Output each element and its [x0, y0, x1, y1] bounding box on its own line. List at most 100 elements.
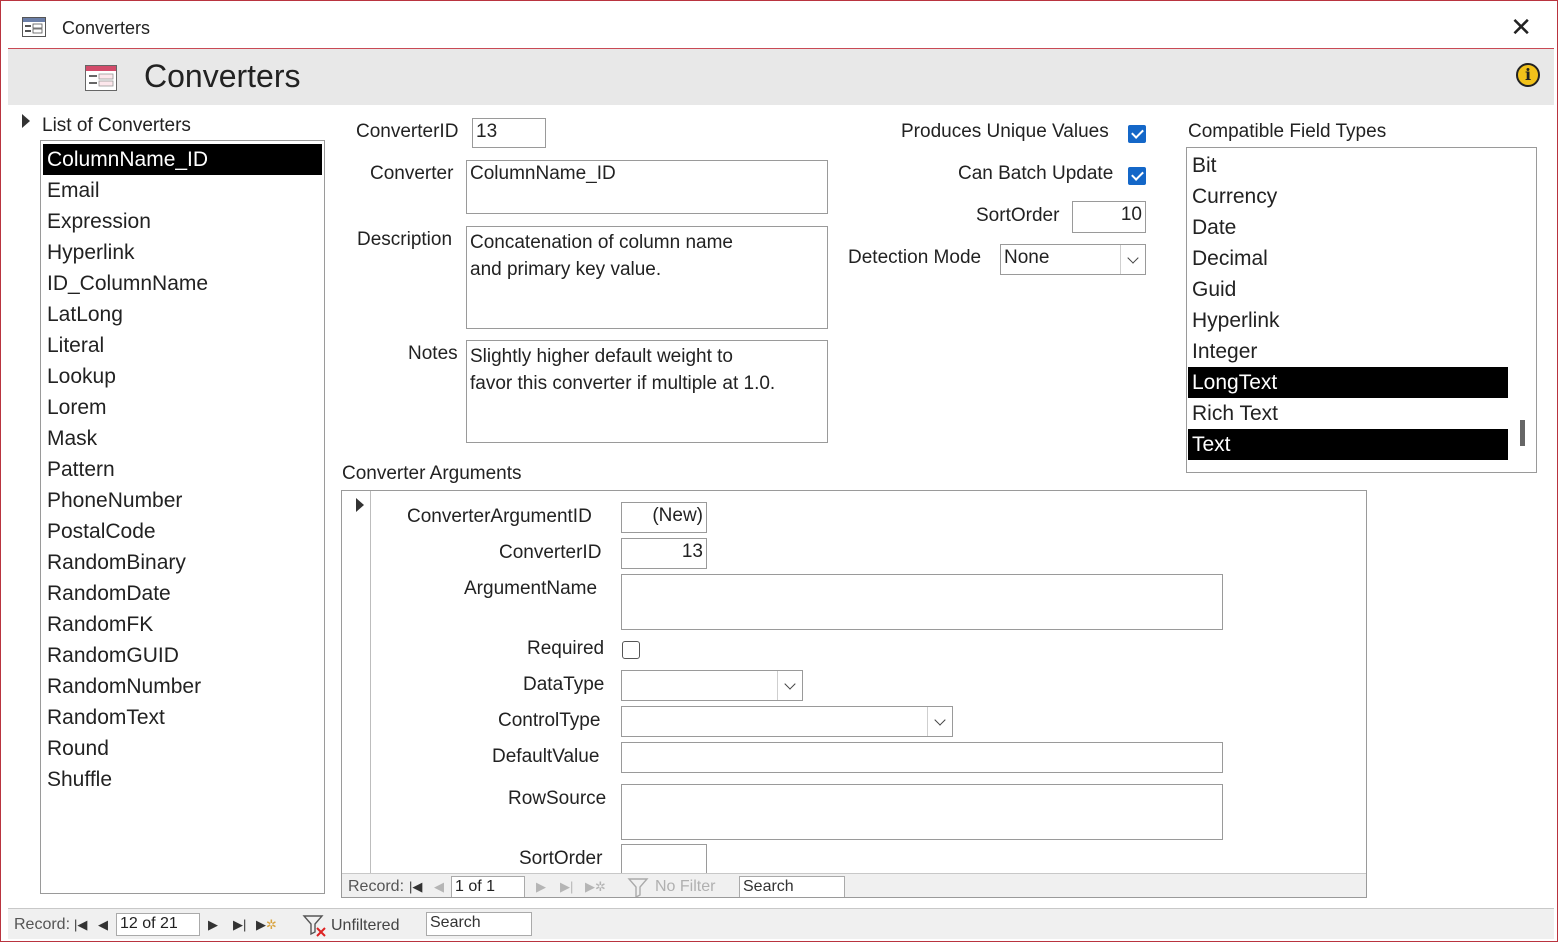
converter-list-item[interactable]: Round: [43, 733, 322, 764]
converter-label: Converter: [370, 163, 454, 184]
field-type-item[interactable]: Text: [1188, 429, 1508, 460]
arg-sort-order-field[interactable]: [621, 844, 707, 875]
argument-id-field[interactable]: (New): [621, 502, 707, 533]
converter-list-item[interactable]: RandomBinary: [43, 547, 322, 578]
first-record-icon[interactable]: |◀: [74, 917, 87, 933]
converter-list-item[interactable]: Lorem: [43, 392, 322, 423]
row-source-field[interactable]: [621, 784, 1223, 840]
control-type-label: ControlType: [498, 710, 601, 731]
next-record-icon[interactable]: ▶: [208, 917, 218, 933]
form-header: Converters i: [8, 49, 1554, 105]
converter-list-item[interactable]: Lookup: [43, 361, 322, 392]
notes-field[interactable]: Slightly higher default weight to favor …: [466, 340, 828, 443]
can-batch-label: Can Batch Update: [958, 163, 1114, 184]
prev-record-icon[interactable]: ◀: [434, 879, 444, 895]
detection-mode-select[interactable]: None: [1000, 244, 1146, 275]
first-record-icon[interactable]: |◀: [409, 879, 422, 895]
last-record-icon[interactable]: ▶|: [233, 917, 246, 933]
new-record-icon[interactable]: ▶✲: [256, 917, 277, 933]
field-types-label: Compatible Field Types: [1188, 121, 1387, 142]
arguments-section-label: Converter Arguments: [342, 463, 522, 484]
main-search-box[interactable]: Search: [426, 912, 532, 936]
converter-field[interactable]: ColumnName_ID: [466, 160, 828, 214]
converter-list-item[interactable]: Expression: [43, 206, 322, 237]
arg-converter-id-field[interactable]: 13: [621, 538, 707, 569]
form-header-icon: [85, 65, 117, 96]
record-selector-icon[interactable]: [22, 114, 30, 128]
argument-name-label: ArgumentName: [464, 578, 598, 599]
main-navigation-bar: Record: |◀ ◀ 12 of 21 ▶ ▶| ▶✲ Unfiltered…: [8, 908, 1554, 939]
converter-list-item[interactable]: RandomGUID: [43, 640, 322, 671]
converter-list-item[interactable]: Hyperlink: [43, 237, 322, 268]
converter-list-item[interactable]: ID_ColumnName: [43, 268, 322, 299]
control-type-select[interactable]: [621, 706, 953, 737]
converter-id-field[interactable]: 13: [472, 118, 546, 148]
description-label: Description: [357, 229, 453, 250]
converter-list-item[interactable]: Email: [43, 175, 322, 206]
sub-filter-label[interactable]: No Filter: [655, 878, 715, 896]
converter-list[interactable]: ColumnName_ID Email Expression Hyperlink ID_…: [40, 140, 325, 894]
field-type-item[interactable]: Decimal: [1188, 243, 1508, 274]
converter-list-item[interactable]: PostalCode: [43, 516, 322, 547]
converter-list-item[interactable]: RandomFK: [43, 609, 322, 640]
field-type-item[interactable]: Date: [1188, 212, 1508, 243]
converter-list-item[interactable]: LatLong: [43, 299, 322, 330]
field-type-item[interactable]: Hyperlink: [1188, 305, 1508, 336]
converter-list-label: List of Converters: [42, 115, 191, 136]
field-type-item[interactable]: LongText: [1188, 367, 1508, 398]
subform-record-selector-icon[interactable]: [356, 498, 364, 512]
detection-mode-label: Detection Mode: [848, 247, 982, 268]
converter-list-item[interactable]: PhoneNumber: [43, 485, 322, 516]
info-icon[interactable]: i: [1516, 63, 1540, 87]
subform-navigation-bar: Record: |◀ ◀ 1 of 1 ▶ ▶| ▶✲ No Filter Se…: [342, 873, 1366, 897]
field-type-item[interactable]: Guid: [1188, 274, 1508, 305]
field-type-item[interactable]: Rich Text: [1188, 398, 1508, 429]
required-checkbox[interactable]: [622, 641, 640, 659]
sort-order-field[interactable]: 10: [1072, 201, 1146, 233]
field-type-item[interactable]: Integer: [1188, 336, 1508, 367]
field-type-item[interactable]: Bit: [1188, 150, 1508, 181]
converter-list-item[interactable]: Shuffle: [43, 764, 322, 795]
can-batch-checkbox[interactable]: [1128, 167, 1146, 185]
data-type-select[interactable]: [621, 670, 803, 701]
converter-list-item[interactable]: Pattern: [43, 454, 322, 485]
new-record-icon[interactable]: ▶✲: [585, 879, 606, 895]
sub-record-position[interactable]: 1 of 1: [451, 876, 525, 897]
unfiltered-icon[interactable]: [302, 914, 328, 943]
title-bar: Converters ✕: [8, 8, 1554, 49]
page-title: Converters: [144, 58, 301, 94]
converter-id-label: ConverterID: [356, 121, 459, 142]
field-types-list[interactable]: Bit Currency Date Decimal Guid Hyperlink Integ…: [1186, 147, 1537, 473]
last-record-icon[interactable]: ▶|: [560, 879, 573, 895]
form-icon: [22, 17, 46, 42]
converter-list-item[interactable]: RandomDate: [43, 578, 322, 609]
arguments-subform: ConverterArgumentID (New) ConverterID 13…: [341, 490, 1367, 898]
produces-unique-checkbox[interactable]: [1128, 125, 1146, 143]
converter-list-item[interactable]: RandomNumber: [43, 671, 322, 702]
next-record-icon[interactable]: ▶: [536, 879, 546, 895]
main-record-position[interactable]: 12 of 21: [116, 913, 200, 936]
description-field[interactable]: Concatenation of column name and primary…: [466, 226, 828, 329]
row-source-label: RowSource: [508, 788, 607, 809]
scrollbar-thumb[interactable]: [1520, 420, 1525, 446]
converter-list-item[interactable]: Mask: [43, 423, 322, 454]
window-title: Converters: [62, 18, 151, 38]
field-type-item[interactable]: Currency: [1188, 181, 1508, 212]
produces-unique-label: Produces Unique Values: [901, 121, 1109, 142]
sub-search-box[interactable]: Search: [739, 876, 845, 897]
filter-icon[interactable]: [627, 877, 649, 897]
default-value-field[interactable]: [621, 742, 1223, 773]
converter-list-item[interactable]: Literal: [43, 330, 322, 361]
sub-record-label: Record:: [348, 878, 405, 895]
chevron-down-icon[interactable]: [777, 671, 802, 700]
converter-list-item[interactable]: RandomText: [43, 702, 322, 733]
converter-list-item[interactable]: ColumnName_ID: [43, 144, 322, 175]
prev-record-icon[interactable]: ◀: [98, 917, 108, 933]
main-filter-label[interactable]: Unfiltered: [331, 917, 399, 935]
arg-converter-id-label: ConverterID: [499, 542, 602, 563]
chevron-down-icon[interactable]: [927, 707, 952, 736]
chevron-down-icon[interactable]: [1120, 245, 1145, 274]
argument-name-field[interactable]: [621, 574, 1223, 630]
data-type-label: DataType: [523, 674, 605, 695]
close-icon[interactable]: ✕: [1510, 12, 1532, 43]
